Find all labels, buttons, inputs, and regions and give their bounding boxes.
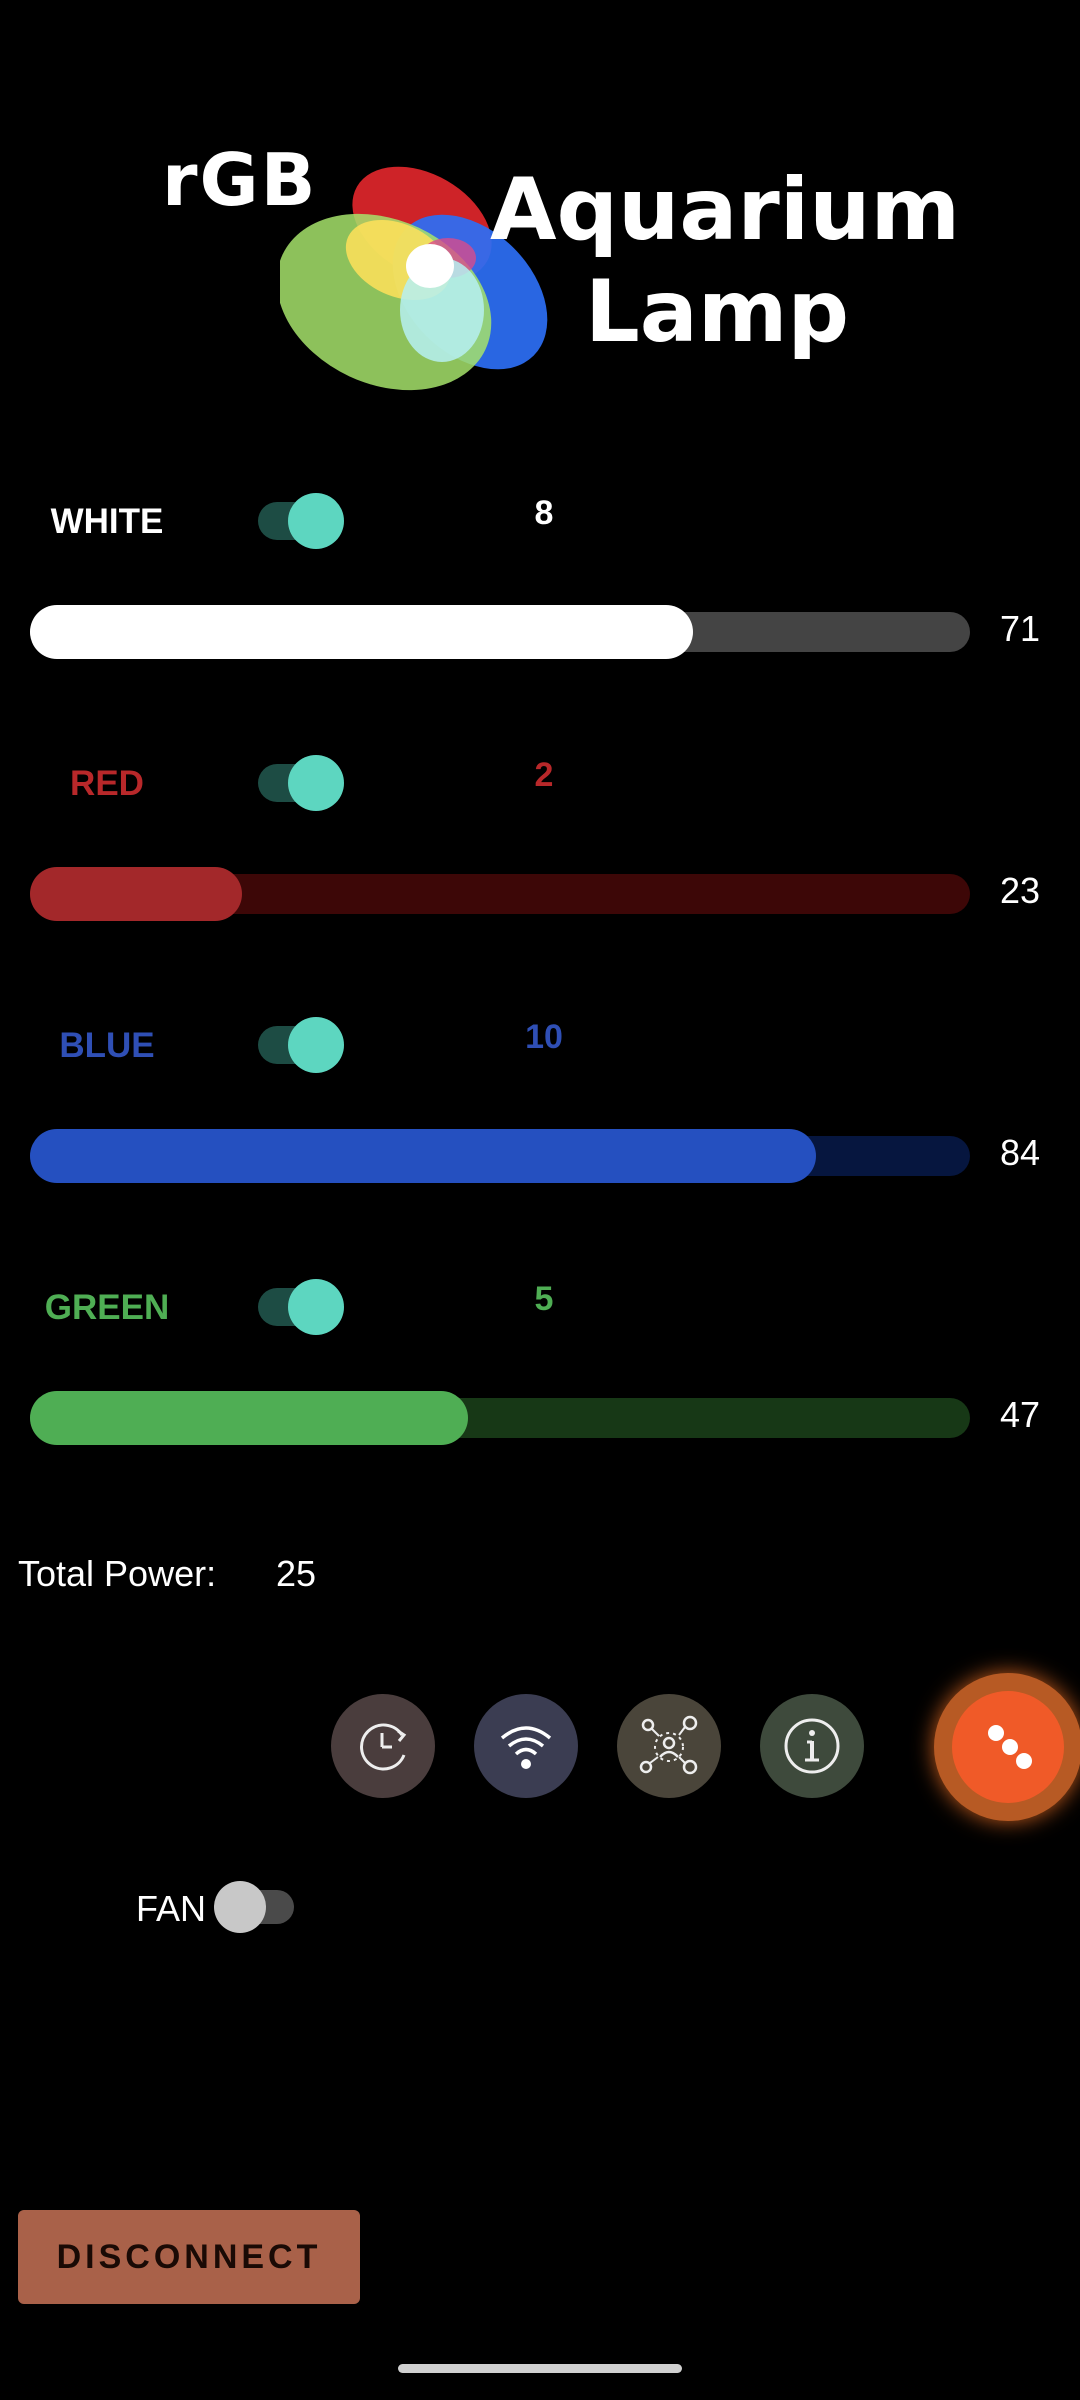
info-icon: [784, 1718, 840, 1774]
disconnect-button[interactable]: DISCONNECT: [18, 2210, 360, 2304]
info-button[interactable]: [760, 1694, 864, 1798]
blue-toggle-knob: [288, 1017, 344, 1073]
logo-aquarium-text: Aquarium: [490, 160, 961, 260]
blue-channel-label: BLUE: [59, 1026, 155, 1065]
white-value: 71: [1000, 608, 1041, 649]
home-indicator[interactable]: [398, 2364, 682, 2373]
network-icon: [639, 1715, 698, 1775]
red-slider-fill: [30, 867, 243, 921]
red-channel-label: RED: [70, 764, 144, 803]
fan-label: FAN: [136, 1888, 207, 1929]
red-slider[interactable]: [30, 867, 970, 921]
total-power-label: Total Power:: [18, 1553, 217, 1594]
wifi-icon: [500, 1726, 552, 1769]
green-toggle[interactable]: [258, 1279, 344, 1335]
wifi-button[interactable]: [474, 1694, 578, 1798]
logo-lamp-text: Lamp: [585, 262, 850, 362]
fan-toggle-knob: [214, 1881, 266, 1933]
green-channel-label: GREEN: [44, 1288, 170, 1327]
red-value: 23: [1000, 870, 1041, 911]
blue-toggle[interactable]: [258, 1017, 344, 1073]
white-toggle-knob: [288, 493, 344, 549]
white-toggle[interactable]: [258, 493, 344, 549]
red-toggle[interactable]: [258, 755, 344, 811]
blue-value: 84: [1000, 1132, 1041, 1173]
total-power-value: 25: [276, 1553, 317, 1594]
green-count: 5: [534, 1280, 554, 1318]
white-channel-label: WHITE: [50, 502, 164, 541]
dice-icon: [988, 1725, 1032, 1769]
schedule-button[interactable]: [331, 1694, 435, 1798]
red-toggle-knob: [288, 755, 344, 811]
schedule-icon: [360, 1723, 407, 1771]
fan-toggle[interactable]: [214, 1881, 294, 1933]
green-toggle-knob: [288, 1279, 344, 1335]
blue-slider[interactable]: [30, 1129, 970, 1183]
red-count: 2: [534, 756, 554, 794]
logo-rgb-text: rGB: [162, 138, 318, 222]
white-slider-fill: [30, 605, 694, 659]
fab-button[interactable]: [934, 1673, 1080, 1821]
network-button[interactable]: [617, 1694, 721, 1798]
blue-slider-fill: [30, 1129, 816, 1183]
blue-count: 10: [525, 1018, 563, 1056]
green-value: 47: [1000, 1394, 1041, 1435]
green-slider[interactable]: [30, 1391, 970, 1445]
white-count: 8: [534, 494, 554, 532]
white-slider[interactable]: [30, 605, 970, 659]
green-slider-fill: [30, 1391, 468, 1445]
